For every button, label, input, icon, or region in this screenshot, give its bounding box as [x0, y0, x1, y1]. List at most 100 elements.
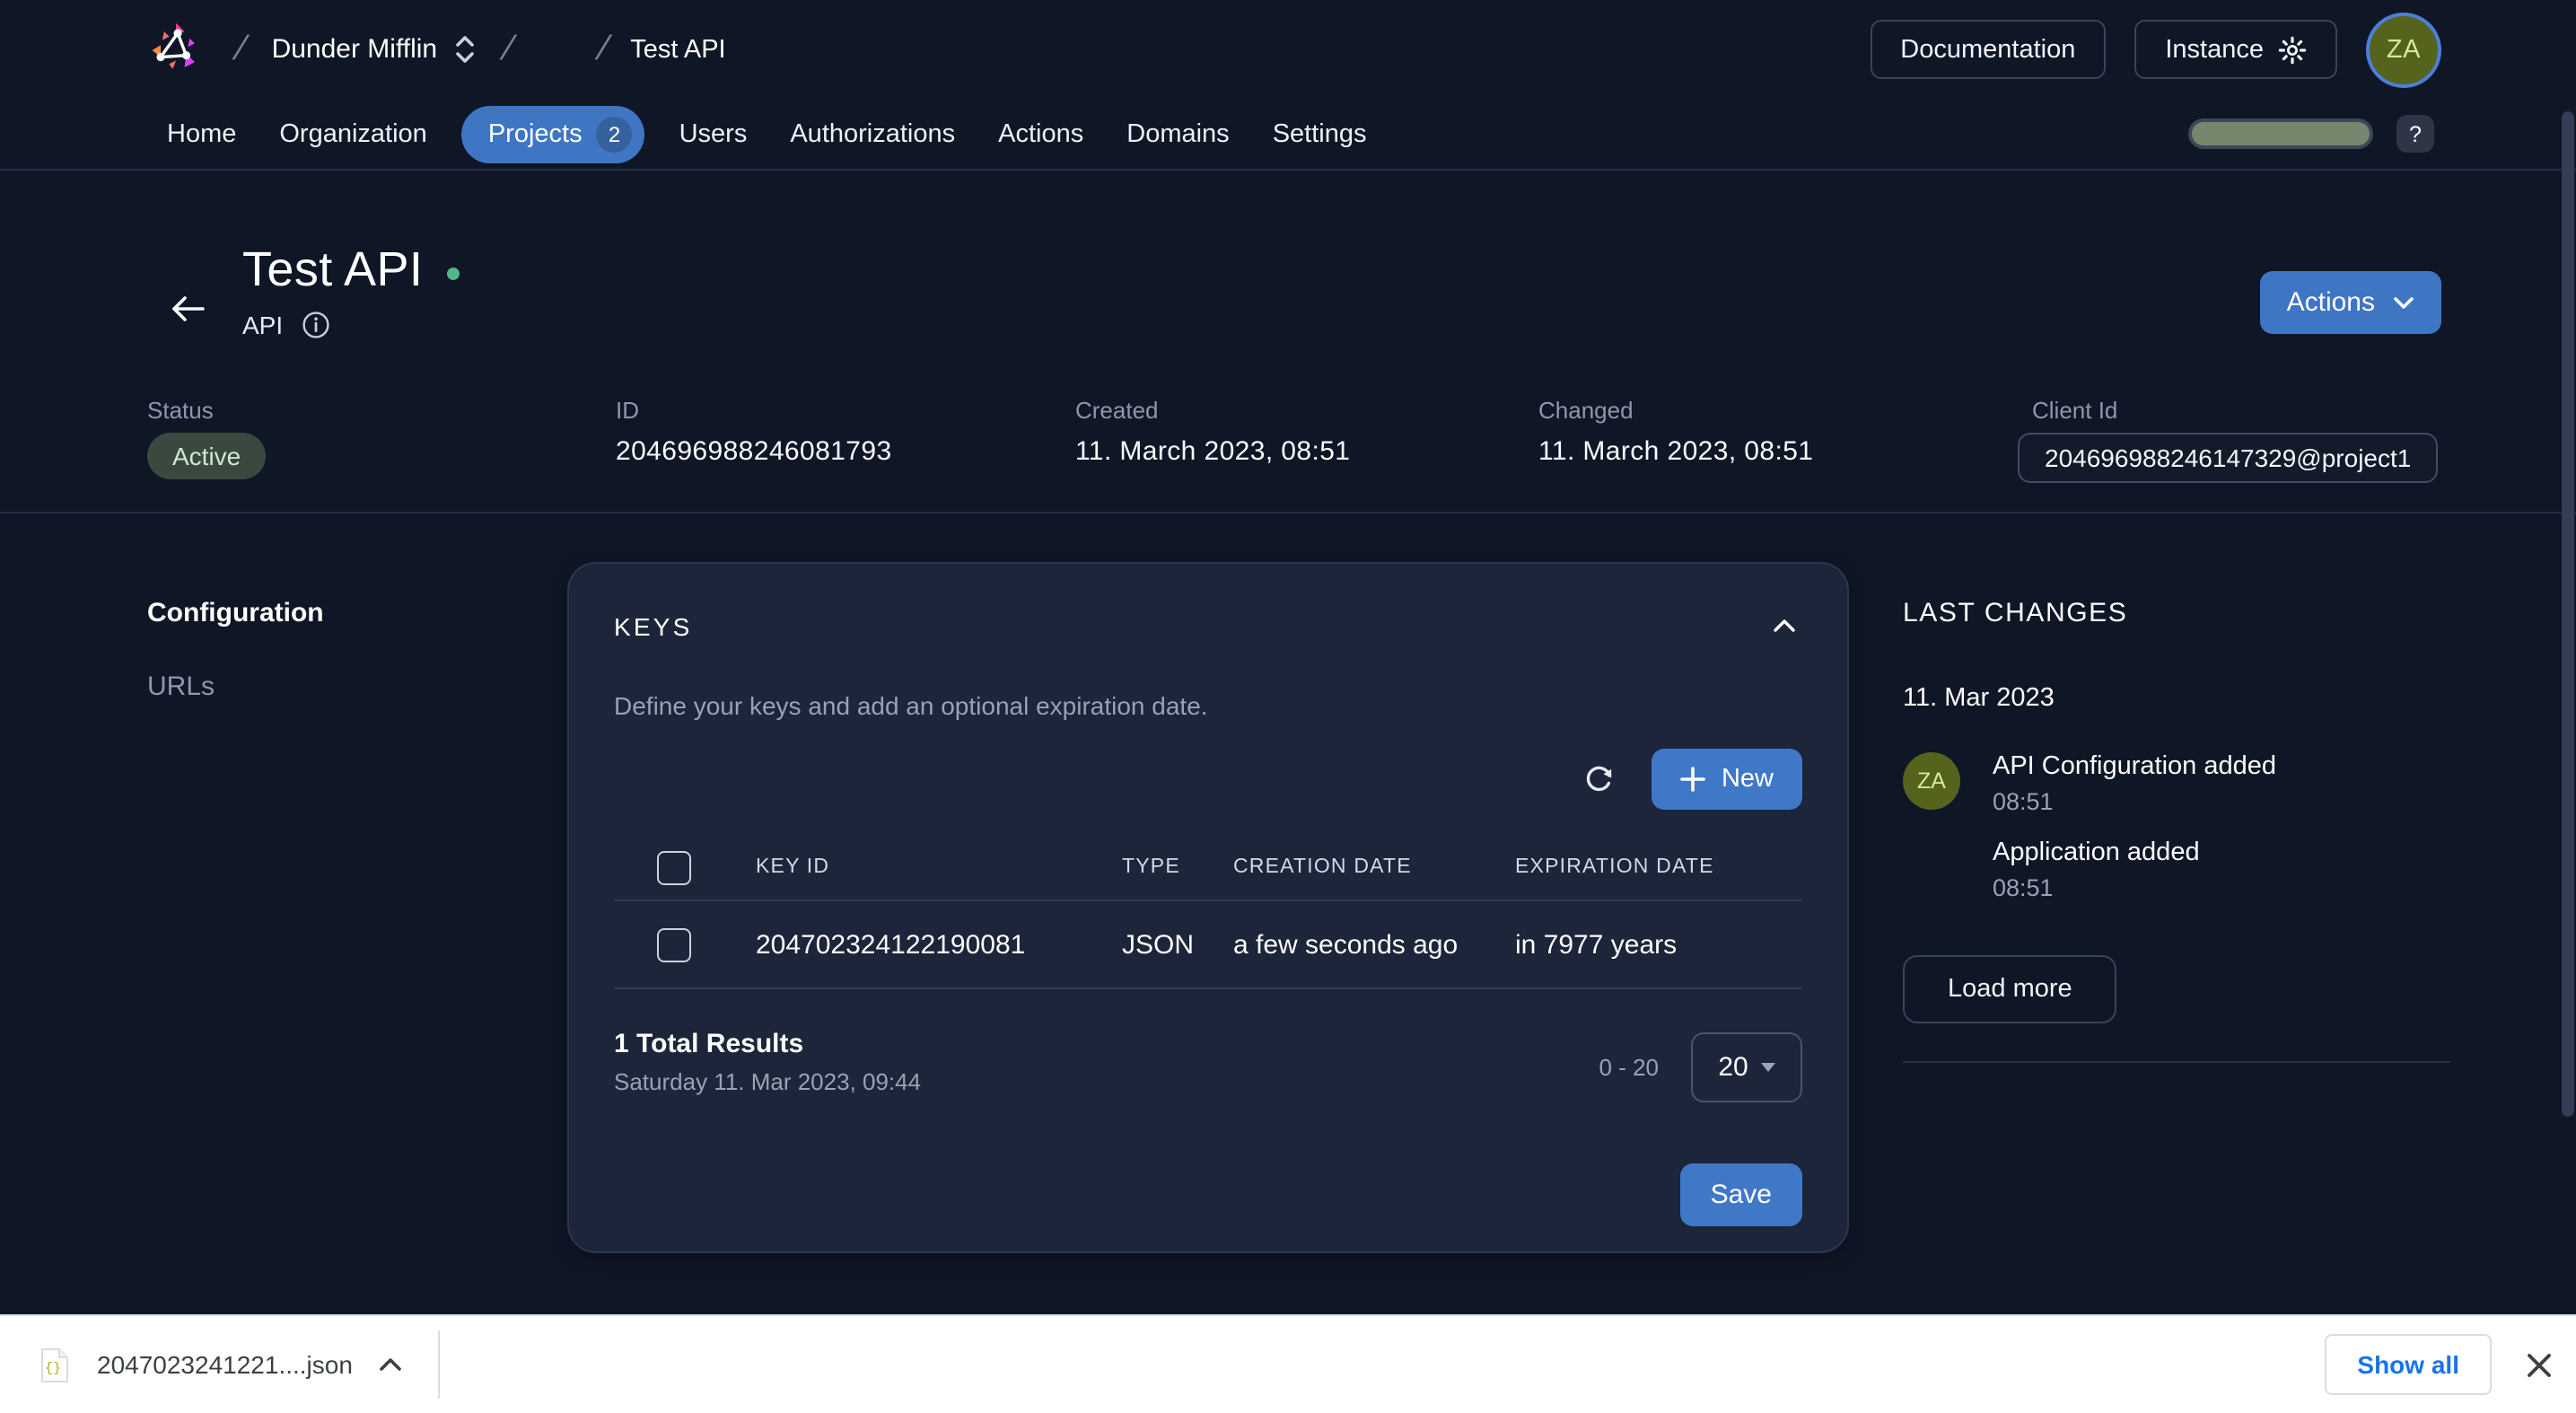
change-event: Application added 08:51 — [1993, 838, 2276, 901]
select-all-checkbox[interactable] — [657, 850, 691, 884]
meta-id: ID 204696988246081793 — [616, 397, 892, 467]
section-sidebar: Configuration URLs — [147, 562, 567, 745]
page-title: Test API — [242, 242, 423, 298]
tab-home[interactable]: Home — [167, 109, 236, 159]
id-label: ID — [616, 397, 892, 424]
back-button[interactable] — [162, 285, 214, 338]
caret-up-icon[interactable] — [380, 1357, 403, 1372]
event-label: Application added — [1993, 838, 2276, 867]
keys-table: KEY ID TYPE CREATION DATE EXPIRATION DAT… — [614, 835, 1802, 989]
page-size-select[interactable]: 20 — [1691, 1032, 1802, 1102]
total-results: 1 Total Results — [614, 1029, 921, 1059]
tab-actions[interactable]: Actions — [998, 109, 1083, 159]
col-header-key-id: KEY ID — [756, 856, 1122, 878]
keys-card: KEYS Define your keys and add an optiona… — [567, 562, 1849, 1253]
cell-expiration-date: in 7977 years — [1515, 929, 1802, 960]
actions-menu-button[interactable]: Actions — [2260, 271, 2441, 334]
meta-created: Created 11. March 2023, 08:51 — [1075, 397, 1350, 467]
keys-card-description: Define your keys and add an optional exp… — [614, 691, 1802, 720]
projects-count-badge: 2 — [597, 116, 633, 152]
status-dot — [446, 268, 459, 280]
download-shelf: {} 2047023241221....json Show all — [0, 1314, 2576, 1413]
id-value: 204696988246081793 — [616, 436, 892, 467]
page-size-value: 20 — [1718, 1052, 1748, 1083]
changed-value: 11. March 2023, 08:51 — [1538, 436, 1813, 467]
created-label: Created — [1075, 397, 1350, 424]
created-value: 11. March 2023, 08:51 — [1075, 436, 1350, 467]
nav-right-cluster: ? — [2192, 115, 2434, 153]
breadcrumb-app[interactable]: Test API — [630, 35, 725, 64]
user-avatar[interactable]: ZA — [2366, 12, 2441, 87]
collapse-card-button[interactable] — [1766, 607, 1802, 645]
save-button[interactable]: Save — [1680, 1163, 1802, 1226]
last-changes-panel: LAST CHANGES 11. Mar 2023 ZA API Configu… — [1903, 562, 2450, 1063]
meta-row: Status Active ID 204696988246081793 Crea… — [0, 386, 2576, 513]
meta-client-id: Client Id 204696988246147329@project1 — [2018, 397, 2438, 483]
client-id-chip[interactable]: 204696988246147329@project1 — [2018, 433, 2438, 483]
chevron-up-icon — [1772, 618, 1797, 634]
meta-changed: Changed 11. March 2023, 08:51 — [1538, 397, 1813, 467]
scrollbar[interactable] — [2562, 111, 2574, 1117]
cell-creation-date: a few seconds ago — [1233, 929, 1515, 960]
event-time: 08:51 — [1993, 788, 2276, 815]
divider — [439, 1330, 441, 1399]
keys-card-title: KEYS — [614, 611, 693, 640]
tab-organization[interactable]: Organization — [279, 109, 426, 159]
downloaded-file-chip[interactable]: {} 2047023241221....json — [39, 1346, 403, 1383]
col-header-creation-date: CREATION DATE — [1233, 856, 1515, 878]
change-event-group: ZA API Configuration added 08:51 Applica… — [1903, 752, 2450, 901]
actions-label: Actions — [2287, 287, 2375, 318]
zitadel-logo-icon[interactable] — [144, 15, 212, 83]
tab-projects-label: Projects — [488, 119, 583, 148]
top-bar-actions: Documentation Instance ZA — [1870, 12, 2441, 87]
last-changes-title: LAST CHANGES — [1903, 598, 2450, 628]
info-icon[interactable] — [301, 311, 329, 339]
svg-text:{}: {} — [45, 1360, 61, 1375]
breadcrumb-separator: / — [232, 30, 248, 69]
show-all-downloads-button[interactable]: Show all — [2325, 1334, 2492, 1395]
new-key-label: New — [1722, 765, 1774, 794]
tab-users[interactable]: Users — [679, 109, 748, 159]
refresh-button[interactable] — [1576, 757, 1621, 802]
close-icon — [2526, 1351, 2553, 1378]
client-id-label: Client Id — [2032, 397, 2438, 424]
tab-domains[interactable]: Domains — [1126, 109, 1229, 159]
tab-projects[interactable]: Projects 2 — [461, 105, 645, 162]
download-filename: 2047023241221....json — [97, 1350, 353, 1379]
load-more-button[interactable]: Load more — [1903, 955, 2117, 1023]
col-header-type: TYPE — [1122, 856, 1233, 878]
page-header: Test API API Actions — [0, 171, 2576, 386]
sidebar-item-urls[interactable]: URLs — [147, 671, 567, 702]
event-avatar: ZA — [1903, 752, 1960, 810]
org-selector[interactable]: Dunder Mifflin — [268, 27, 479, 72]
top-bar: / Dunder Mifflin / / Test API Documentat… — [0, 0, 2576, 99]
tab-settings[interactable]: Settings — [1273, 109, 1367, 159]
help-button[interactable]: ? — [2396, 115, 2434, 153]
status-label: Status — [147, 397, 266, 424]
row-checkbox[interactable] — [657, 927, 691, 961]
instance-button[interactable]: Instance — [2134, 20, 2337, 79]
documentation-label: Documentation — [1900, 35, 2075, 64]
changes-date: 11. Mar 2023 — [1903, 684, 2450, 713]
cell-type: JSON — [1122, 929, 1233, 960]
tab-authorizations[interactable]: Authorizations — [790, 109, 955, 159]
refresh-icon — [1582, 762, 1616, 796]
event-time: 08:51 — [1993, 874, 2276, 901]
breadcrumb-separator: / — [499, 30, 514, 69]
table-row[interactable]: 204702324122190081 JSON a few seconds ag… — [614, 901, 1802, 989]
dropdown-caret-icon — [1761, 1063, 1775, 1072]
gear-icon — [2278, 35, 2307, 64]
sidebar-item-configuration[interactable]: Configuration — [147, 598, 567, 628]
status-badge: Active — [147, 433, 266, 479]
documentation-button[interactable]: Documentation — [1870, 20, 2106, 79]
results-summary: 1 Total Results Saturday 11. Mar 2023, 0… — [614, 1029, 921, 1095]
content-area: Configuration URLs KEYS Define your keys… — [0, 513, 2576, 1253]
new-key-button[interactable]: New — [1652, 749, 1802, 810]
keys-table-header: KEY ID TYPE CREATION DATE EXPIRATION DAT… — [614, 835, 1802, 901]
plus-icon — [1680, 767, 1705, 792]
close-download-bar-button[interactable] — [2519, 1344, 2560, 1385]
results-timestamp: Saturday 11. Mar 2023, 09:44 — [614, 1068, 921, 1095]
changed-label: Changed — [1538, 397, 1813, 424]
breadcrumb-separator: / — [595, 30, 610, 69]
col-header-expiration-date: EXPIRATION DATE — [1515, 856, 1802, 878]
